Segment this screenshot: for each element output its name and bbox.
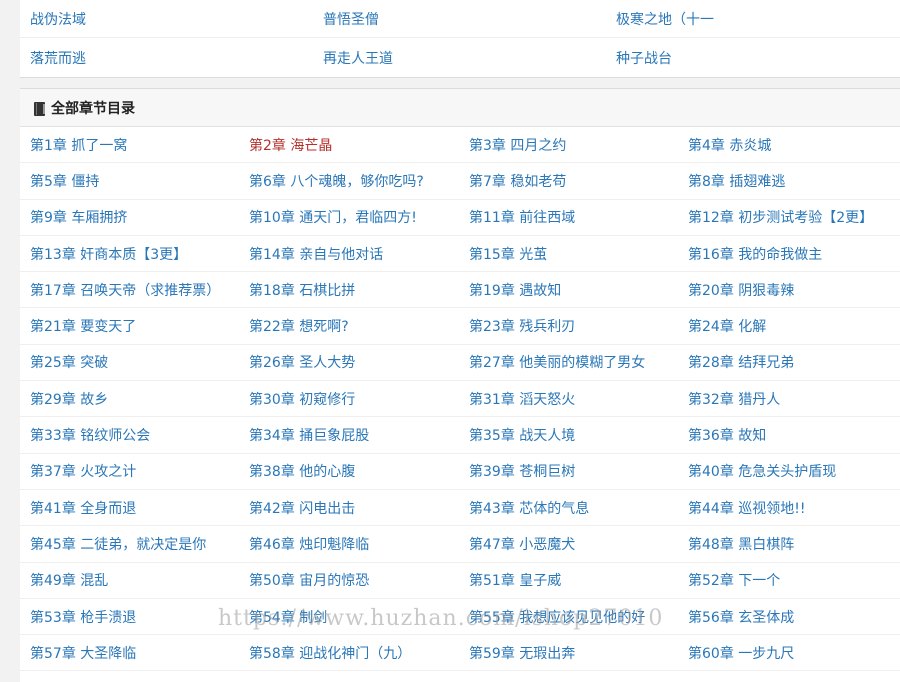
chapter-link[interactable]: 第41章 全身而退 <box>20 490 239 527</box>
chapter-link[interactable]: 第17章 召唤天帝（求推荐票） <box>20 272 239 309</box>
chapter-link[interactable]: 第24章 化解 <box>678 308 900 345</box>
chapter-link[interactable]: 第59章 无瑕出奔 <box>459 635 678 672</box>
chapter-link[interactable]: 第4章 赤炎城 <box>678 127 900 164</box>
chapter-link[interactable]: 第9章 车厢拥挤 <box>20 200 239 236</box>
chapter-link[interactable]: 第43章 芯体的气息 <box>459 490 678 527</box>
chapter-link[interactable]: 第23章 残兵利刃 <box>459 308 678 345</box>
chapter-link[interactable]: 第45章 二徒弟，就决定是你 <box>20 526 239 563</box>
chapter-link[interactable]: 第52章 下一个 <box>678 563 900 599</box>
chapter-link[interactable]: 第51章 皇子威 <box>459 563 678 599</box>
chapter-link[interactable]: 第34章 捅巨象屁股 <box>239 417 459 454</box>
chapter-link[interactable]: 第6章 八个魂魄，够你吃吗? <box>239 163 459 200</box>
chapter-link[interactable]: 第46章 烛印魁降临 <box>239 526 459 563</box>
chapter-link[interactable]: 第20章 阴狠毒辣 <box>678 272 900 309</box>
related-books-panel: 战伪法域 普悟圣僧 极寒之地（十一落荒而逃 再走人王道 种子战台 <box>20 0 900 78</box>
chapter-link[interactable]: 第42章 闪电出击 <box>239 490 459 527</box>
chapter-link[interactable]: 第47章 小恶魔犬 <box>459 526 678 563</box>
chapter-link[interactable]: 第13章 奸商本质【3更】 <box>20 236 239 273</box>
chapter-link[interactable]: 第30章 初窥修行 <box>239 381 459 418</box>
chapter-link[interactable]: 第33章 铭纹师公会 <box>20 417 239 454</box>
panel-header: 全部章节目录 <box>20 89 900 127</box>
chapter-link[interactable]: 第40章 危急关头护盾现 <box>678 454 900 490</box>
chapter-link[interactable]: 第38章 他的心腹 <box>239 454 459 490</box>
related-books-grid: 战伪法域 普悟圣僧 极寒之地（十一落荒而逃 再走人王道 种子战台 <box>20 0 900 77</box>
related-book-link[interactable]: 极寒之地（十一 <box>606 0 900 38</box>
chapter-link[interactable]: 第26章 圣人大势 <box>239 345 459 382</box>
chapter-link[interactable]: 第10章 通天门，君临四方! <box>239 200 459 236</box>
chapter-link[interactable]: 第53章 枪手溃退 <box>20 599 239 636</box>
chapter-link[interactable]: 第29章 故乡 <box>20 381 239 418</box>
chapter-link[interactable]: 第22章 想死啊? <box>239 308 459 345</box>
related-book-link[interactable]: 种子战台 <box>606 39 900 77</box>
chapter-link[interactable]: 第3章 四月之约 <box>459 127 678 164</box>
chapter-link[interactable]: 第21章 要变天了 <box>20 308 239 345</box>
chapter-link[interactable]: 第60章 一步九尺 <box>678 635 900 672</box>
chapter-link[interactable]: 第25章 突破 <box>20 345 239 382</box>
chapter-link[interactable]: 第55章 我想应该见见他的好 <box>459 599 678 636</box>
related-book-link[interactable]: 战伪法域 <box>20 0 313 38</box>
related-book-link[interactable]: 落荒而逃 <box>20 39 313 77</box>
chapter-link-current[interactable]: 第2章 海芒晶 <box>239 127 459 164</box>
chapter-link[interactable]: 第44章 巡视领地!! <box>678 490 900 527</box>
chapter-link[interactable]: 第58章 迎战化神门（九） <box>239 635 459 672</box>
chapter-link[interactable]: 第32章 猎丹人 <box>678 381 900 418</box>
chapter-link[interactable]: 第15章 光茧 <box>459 236 678 273</box>
chapter-link[interactable]: 第57章 大圣降临 <box>20 635 239 672</box>
chapter-link[interactable]: 第36章 故知 <box>678 417 900 454</box>
related-book-link[interactable]: 再走人王道 <box>313 39 606 77</box>
chapter-link[interactable]: 第14章 亲自与他对话 <box>239 236 459 273</box>
chapter-link[interactable]: 第28章 结拜兄弟 <box>678 345 900 382</box>
chapter-link[interactable]: 第49章 混乱 <box>20 563 239 599</box>
chapter-link[interactable]: 第8章 插翅难逃 <box>678 163 900 200</box>
chapter-link[interactable]: 第31章 滔天怒火 <box>459 381 678 418</box>
related-book-link[interactable]: 普悟圣僧 <box>313 0 606 38</box>
chapter-link[interactable]: 第1章 抓了一窝 <box>20 127 239 164</box>
chapter-list-panel: 全部章节目录 第1章 抓了一窝 第2章 海芒晶 第3章 四月之约 第4章 赤炎城第5章… <box>20 88 900 682</box>
chapter-link[interactable]: 第54章 制剑 <box>239 599 459 636</box>
chapter-link[interactable]: 第50章 宙月的惊恐 <box>239 563 459 599</box>
chapter-link[interactable]: 第56章 玄圣体成 <box>678 599 900 636</box>
section-title: 全部章节目录 <box>51 100 135 117</box>
chapter-link[interactable]: 第27章 他美丽的模糊了男女 <box>459 345 678 382</box>
chapter-link[interactable]: 第16章 我的命我做主 <box>678 236 900 273</box>
chapter-link[interactable]: 第48章 黑白棋阵 <box>678 526 900 563</box>
chapter-link[interactable]: 第12章 初步测试考验【2更】 <box>678 200 900 236</box>
book-icon <box>34 101 46 116</box>
chapter-link[interactable]: 第18章 石棋比拼 <box>239 272 459 309</box>
chapter-link[interactable]: 第5章 僵持 <box>20 163 239 200</box>
chapter-link[interactable]: 第39章 苍桐巨树 <box>459 454 678 490</box>
chapter-link[interactable]: 第37章 火攻之计 <box>20 454 239 490</box>
chapter-link[interactable]: 第7章 稳如老苟 <box>459 163 678 200</box>
chapter-link[interactable]: 第19章 遇故知 <box>459 272 678 309</box>
chapter-grid: 第1章 抓了一窝 第2章 海芒晶 第3章 四月之约 第4章 赤炎城第5章 僵持 第6章 … <box>20 127 900 672</box>
chapter-link[interactable]: 第35章 战天人境 <box>459 417 678 454</box>
chapter-link[interactable]: 第11章 前往西域 <box>459 200 678 236</box>
